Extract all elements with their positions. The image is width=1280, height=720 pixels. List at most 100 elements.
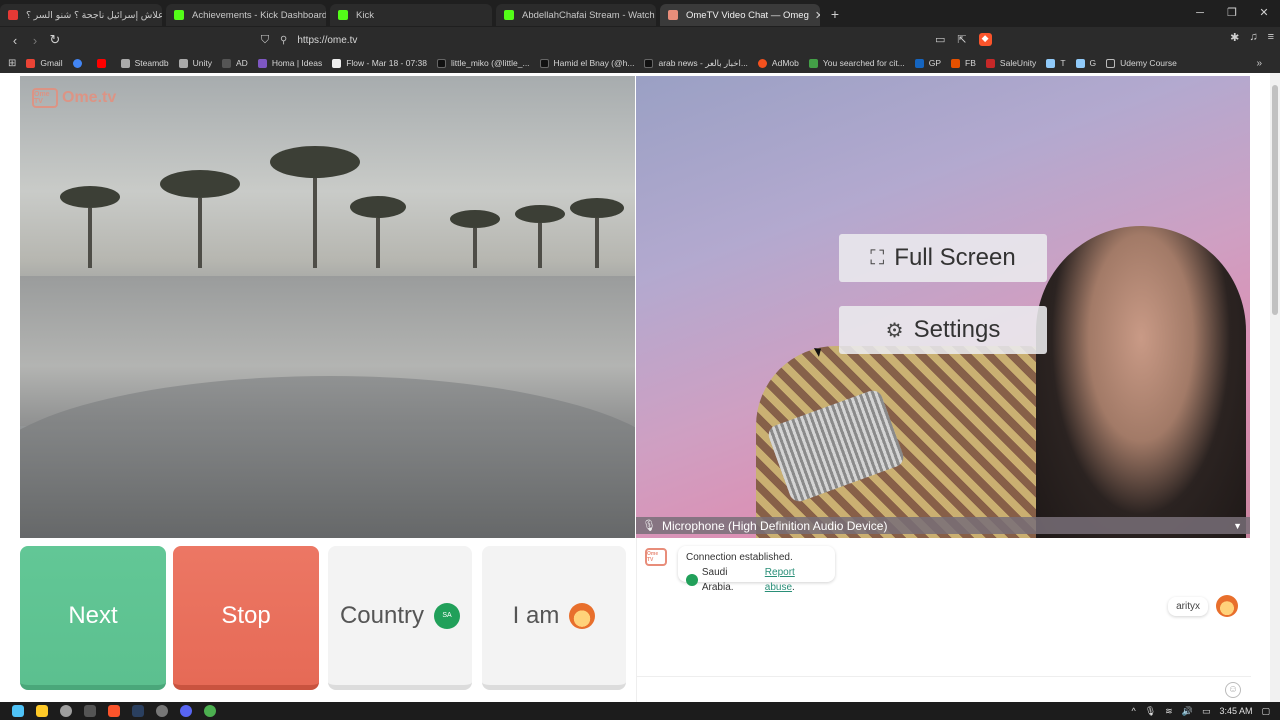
next-button[interactable]: Next <box>20 546 166 690</box>
extensions-icon[interactable]: ✱ <box>1230 31 1239 44</box>
folder-icon <box>1106 58 1116 68</box>
logo-box: Ome TV <box>32 88 58 108</box>
url-text: https://ome.tv <box>297 34 358 46</box>
share-icon[interactable]: ⇱ <box>957 33 966 46</box>
report-abuse-link[interactable]: Report abuse <box>765 567 795 593</box>
gender-button[interactable]: I am <box>482 546 626 690</box>
g-icon <box>1075 58 1085 68</box>
palm-tree <box>570 198 624 268</box>
bookmark-ad[interactable]: AD <box>222 58 248 68</box>
bookmark-homa[interactable]: Homa | Ideas <box>257 58 322 68</box>
bookmark-unity[interactable]: Unity <box>178 58 212 68</box>
back-icon[interactable]: ‹ <box>5 33 25 48</box>
bookmark-tiktok-hamid[interactable]: Hamid el Bnay (@h... <box>539 58 634 68</box>
country-button[interactable]: Country SA <box>328 546 472 690</box>
settings-button[interactable]: ⚙ Settings <box>839 306 1047 354</box>
bookmark-g[interactable]: G <box>1075 58 1096 68</box>
saleunity-icon <box>985 58 995 68</box>
tab-kick-dashboard[interactable]: Achievements - Kick Dashboard <box>166 4 326 26</box>
close-tab-icon[interactable]: ✕ <box>809 9 820 22</box>
tab-label: OmeTV Video Chat — Omeg <box>686 9 809 21</box>
cast-icon[interactable]: ▭ <box>935 33 945 46</box>
media-icon[interactable]: ♫ <box>1249 31 1257 44</box>
reload-icon[interactable]: ↻ <box>45 32 65 48</box>
more-bookmarks-icon[interactable]: » <box>1256 58 1262 69</box>
bookmark-saleunity[interactable]: SaleUnity <box>985 58 1036 68</box>
steam-icon[interactable] <box>132 705 144 717</box>
bookmark-t[interactable]: T <box>1046 58 1066 68</box>
system-tray: ^ 🎙 ≋ 🔊 ▭ 3:45 AM ▢ <box>1132 702 1280 720</box>
microphone-icon[interactable]: 🎙 <box>1145 706 1156 717</box>
palm-tree <box>515 205 565 268</box>
battery-icon[interactable]: ▭ <box>1202 706 1211 717</box>
bookmark-tiktok-miko[interactable]: little_miko (@little_... <box>437 58 530 68</box>
new-tab-button[interactable]: + <box>824 6 846 22</box>
menu-icon[interactable]: ≡ <box>1268 31 1274 44</box>
fb-icon <box>951 58 961 68</box>
bookmark-gmail[interactable]: Gmail <box>26 58 63 68</box>
app-icon[interactable] <box>84 705 96 717</box>
gp-icon <box>914 58 924 68</box>
bookmark-admob[interactable]: AdMob <box>757 58 799 68</box>
kick-icon <box>338 10 348 20</box>
close-window-icon[interactable]: ✕ <box>1248 0 1280 27</box>
user-message-text: arityx <box>1168 596 1208 616</box>
partner-video: Ome TV Ome.tv <box>20 76 635 538</box>
start-icon[interactable] <box>12 705 24 717</box>
clock[interactable]: 3:45 AM <box>1219 706 1252 716</box>
chat-input[interactable] <box>637 678 1225 701</box>
tab-label: Kick <box>356 9 374 21</box>
tiktok-icon <box>539 58 549 68</box>
tab-ometv[interactable]: OmeTV Video Chat — Omeg ✕ <box>660 4 820 26</box>
site-info-icon[interactable]: ⚲ <box>280 35 287 46</box>
bookmark-steamdb[interactable]: Steamdb <box>120 58 169 68</box>
bookmark-flow[interactable]: Flow - Mar 18 - 07:38 <box>332 58 427 68</box>
bookmark-arab-news[interactable]: arab news - اخبار بالعر... <box>644 58 748 69</box>
bookmark-udemy[interactable]: Udemy Course <box>1106 58 1177 68</box>
forward-icon[interactable]: › <box>25 33 45 48</box>
file-explorer-icon[interactable] <box>36 705 48 717</box>
palm-tree <box>60 186 120 268</box>
unity-icon <box>178 58 188 68</box>
volume-icon[interactable]: 🔊 <box>1182 706 1193 717</box>
fullscreen-button[interactable]: ⛶ Full Screen <box>839 234 1047 282</box>
tab-kick[interactable]: Kick <box>330 4 492 26</box>
chevron-up-icon[interactable]: ^ <box>1132 706 1136 716</box>
search-result-icon <box>808 58 818 68</box>
saudi-flag-icon <box>686 574 698 586</box>
scrollbar[interactable] <box>1270 73 1280 702</box>
user-message: arityx <box>1168 595 1238 617</box>
tab-stream[interactable]: AbdellahChafai Stream - Watch I <box>496 4 656 26</box>
connection-text: Connection established. <box>686 552 793 563</box>
chrome-like-icon[interactable] <box>60 705 72 717</box>
wifi-icon[interactable]: ≋ <box>1165 706 1173 717</box>
notification-icon[interactable]: ▢ <box>1261 706 1270 717</box>
tab-youtube[interactable]: علاش إسرائيل ناجحة ؟ شنو السر ؟ ibe - <box>0 4 162 26</box>
ometv-icon <box>668 10 678 20</box>
ad-icon <box>222 58 231 68</box>
brave-icon[interactable] <box>108 705 120 717</box>
bookmark-google[interactable] <box>72 58 87 68</box>
apps-icon[interactable]: ⊞ <box>8 58 16 69</box>
homa-icon <box>257 58 267 68</box>
scrollbar-thumb[interactable] <box>1272 85 1278 315</box>
minimize-icon[interactable]: ─ <box>1184 0 1216 27</box>
bookmark-fb[interactable]: FB <box>951 58 976 68</box>
bookmark-icon[interactable]: ⛉ <box>255 34 275 47</box>
restore-icon[interactable]: ❐ <box>1216 0 1248 27</box>
microphone-select[interactable]: 🎙 Microphone (High Definition Audio Devi… <box>636 517 1250 534</box>
discord-icon[interactable] <box>180 705 192 717</box>
admob-icon <box>757 58 767 68</box>
stop-button[interactable]: Stop <box>173 546 319 690</box>
bookmark-gp[interactable]: GP <box>914 58 941 68</box>
obs-icon[interactable] <box>156 705 168 717</box>
chrome-icon[interactable] <box>204 705 216 717</box>
bookmark-searched[interactable]: You searched for cit... <box>808 58 905 68</box>
taskbar: ^ 🎙 ≋ 🔊 ▭ 3:45 AM ▢ <box>0 702 1280 720</box>
brave-shield-icon[interactable]: ◆ <box>978 33 992 46</box>
bookmark-youtube[interactable] <box>96 58 111 68</box>
emoji-icon[interactable]: ☺ <box>1225 681 1241 698</box>
palm-tree <box>350 196 406 268</box>
address-bar[interactable]: ⚲ https://ome.tv <box>280 30 1002 50</box>
kick-icon <box>504 10 514 20</box>
